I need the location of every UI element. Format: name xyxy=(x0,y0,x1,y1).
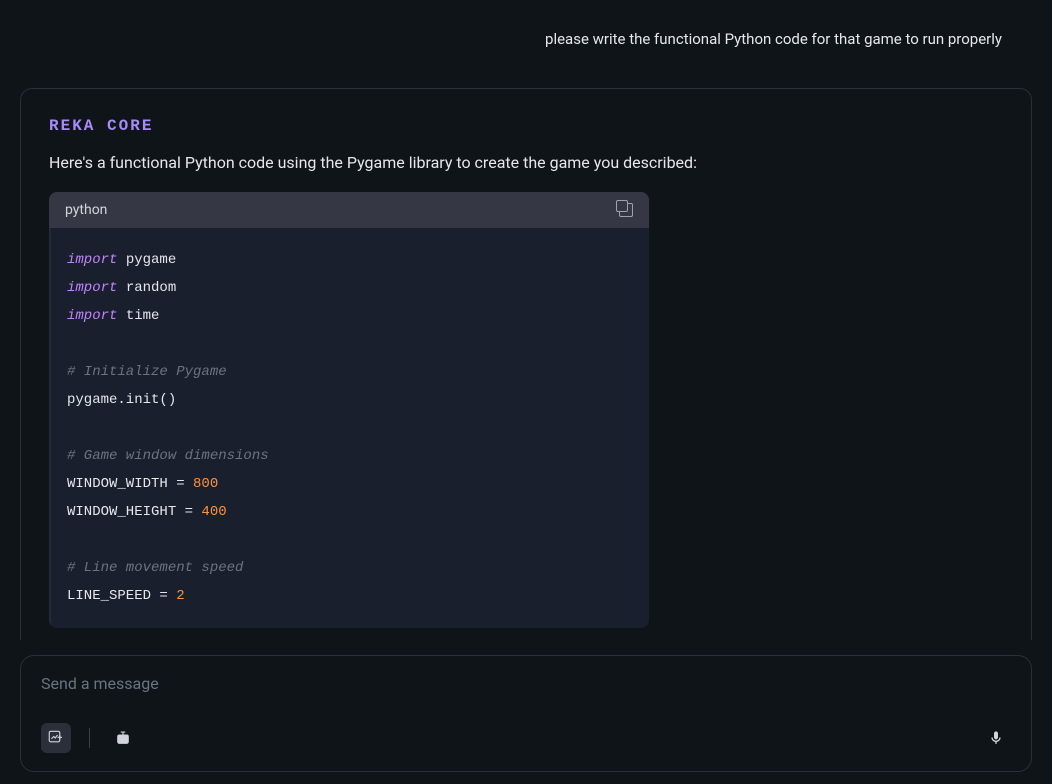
model-name-label: REKA CORE xyxy=(49,117,1003,135)
toolbar-divider xyxy=(89,728,90,748)
robot-button[interactable] xyxy=(108,723,138,753)
code-header: python xyxy=(49,192,649,228)
code-block: python import pygameimport randomimport … xyxy=(49,192,649,628)
microphone-button[interactable] xyxy=(981,723,1011,753)
code-language-label: python xyxy=(65,202,107,218)
attach-image-button[interactable] xyxy=(41,723,71,753)
user-message: please write the functional Python code … xyxy=(20,20,1032,48)
code-body[interactable]: import pygameimport randomimport time # … xyxy=(49,228,649,628)
toolbar-left xyxy=(41,723,138,753)
message-input[interactable]: Send a message xyxy=(41,674,1011,693)
assistant-intro-text: Here's a functional Python code using th… xyxy=(49,153,1003,172)
chat-area: please write the functional Python code … xyxy=(0,0,1052,640)
assistant-message: REKA CORE Here's a functional Python cod… xyxy=(20,88,1032,640)
copy-icon[interactable] xyxy=(619,203,633,217)
message-input-area[interactable]: Send a message xyxy=(20,655,1032,772)
input-toolbar xyxy=(41,723,1011,753)
